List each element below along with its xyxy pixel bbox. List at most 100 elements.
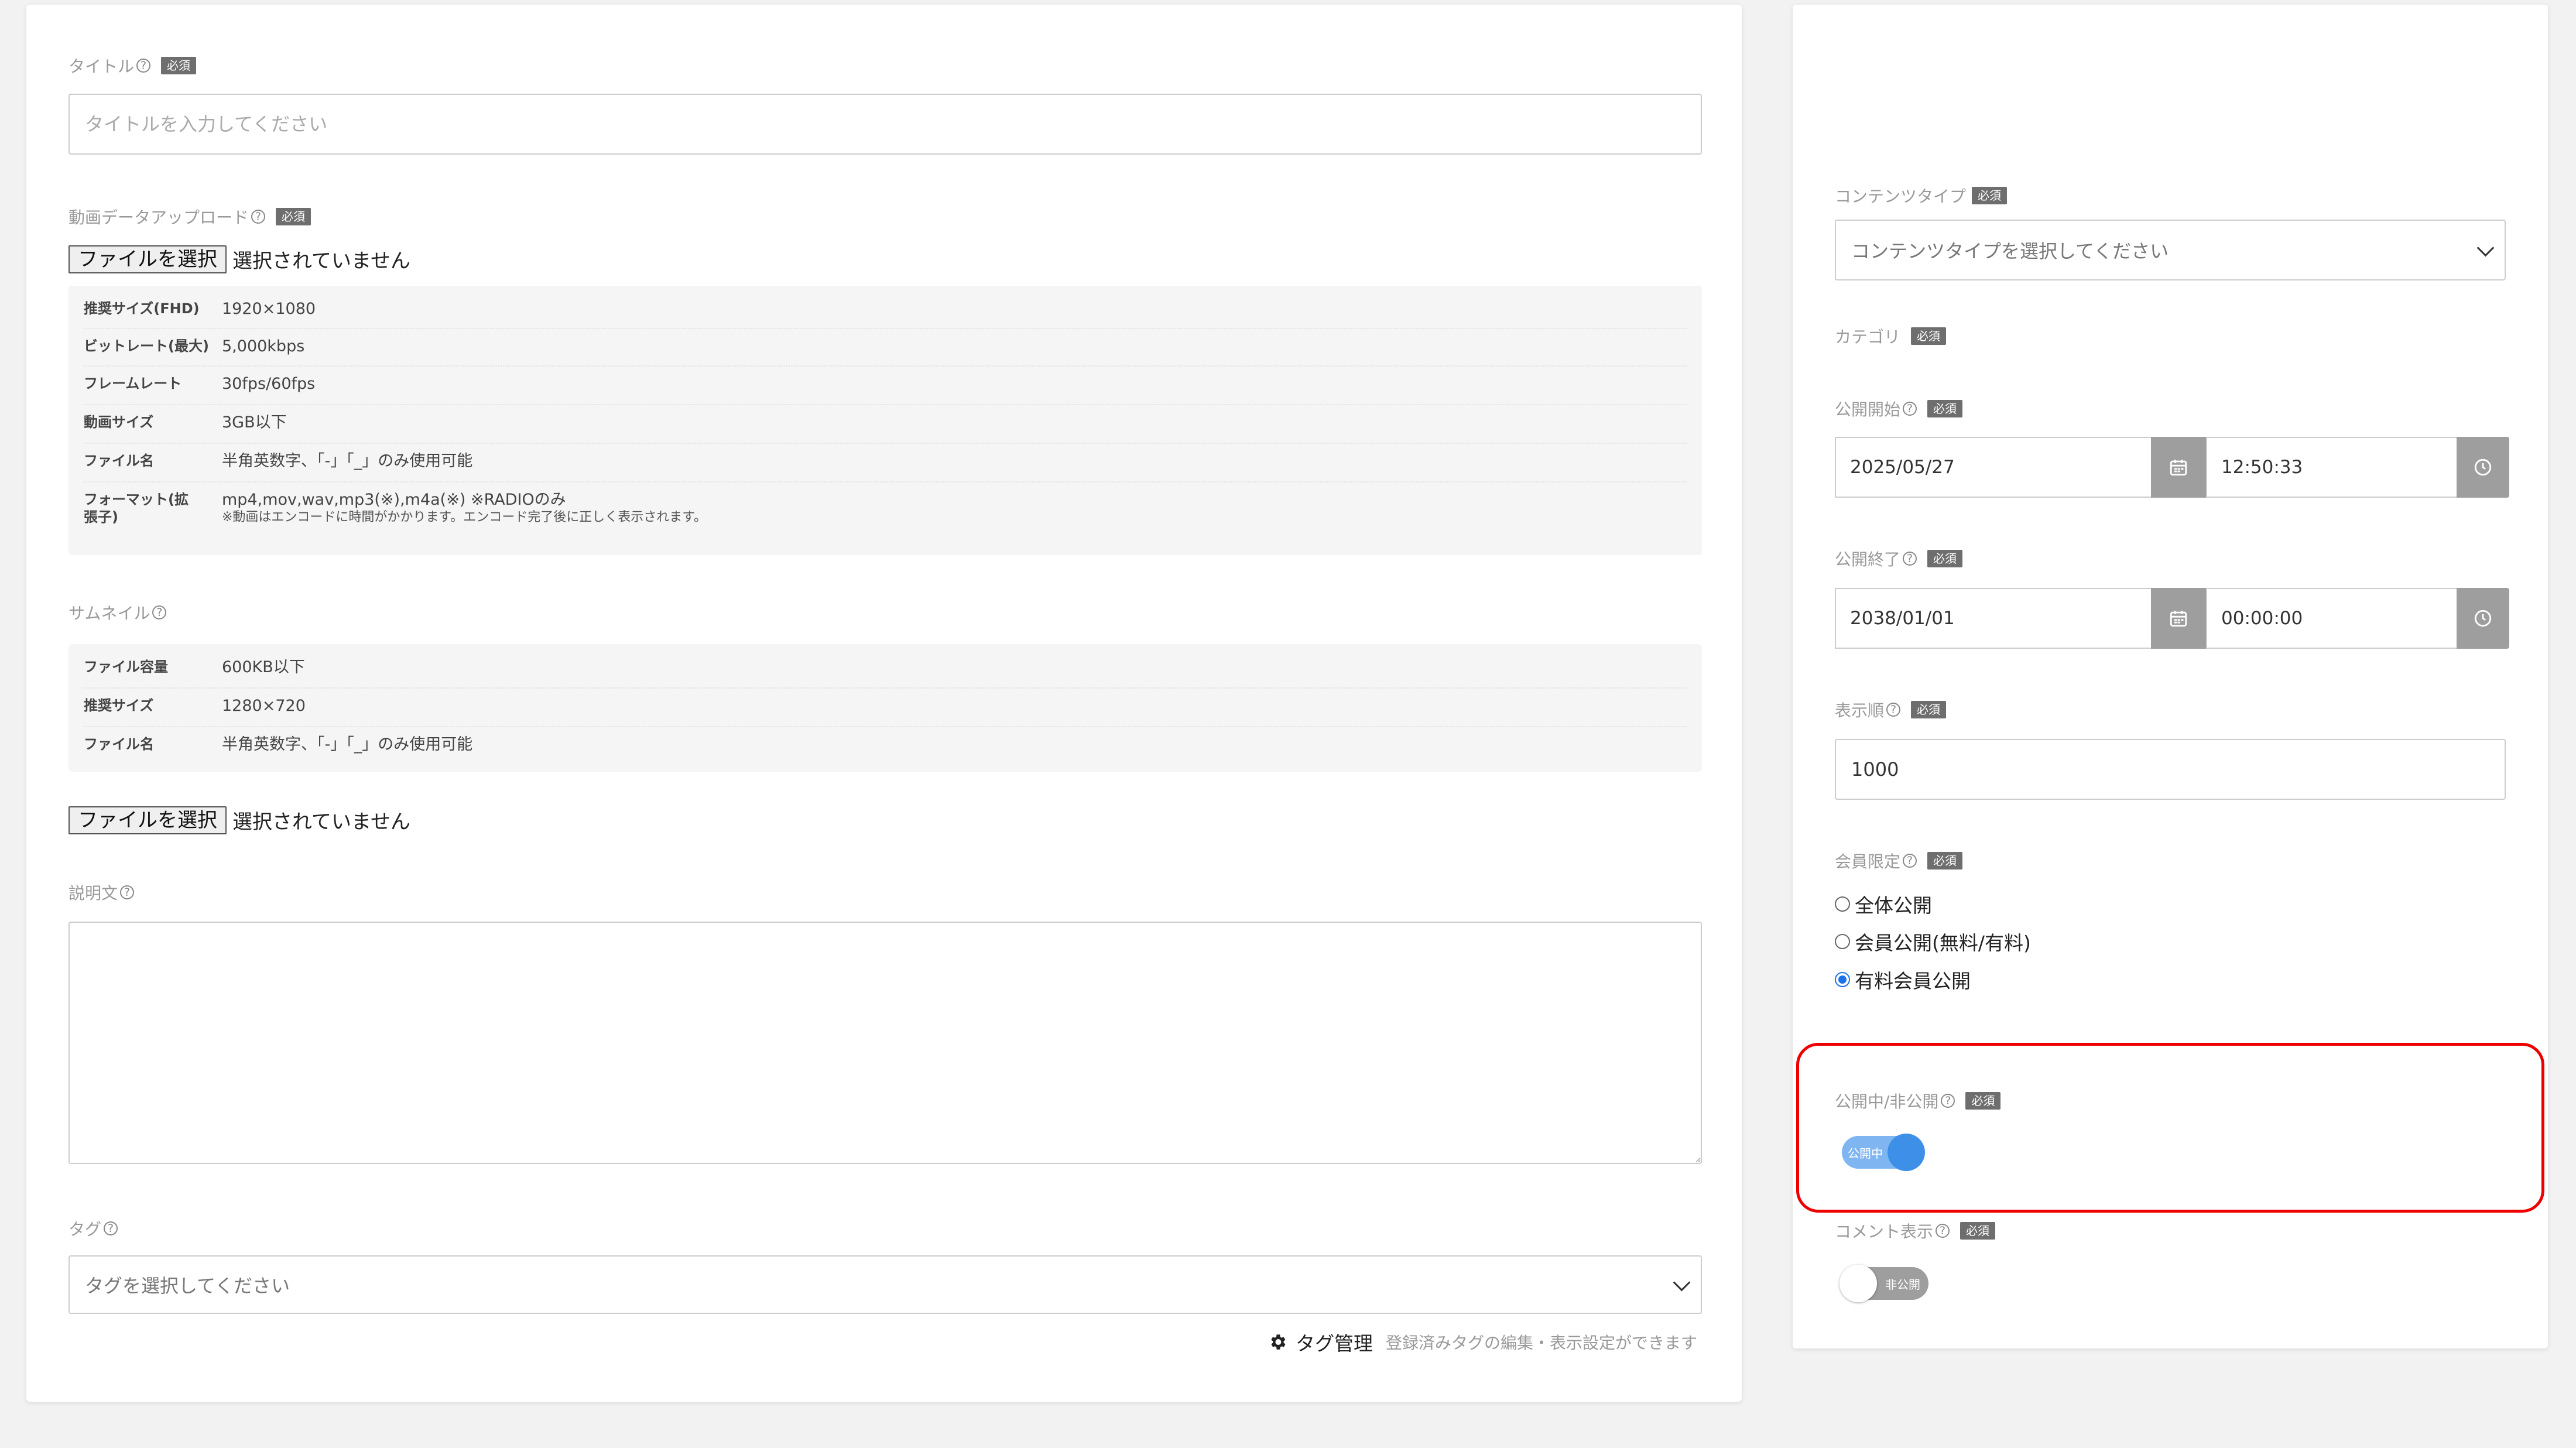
radio-button[interactable]: [1835, 934, 1850, 949]
help-icon[interactable]: ?: [120, 885, 135, 899]
required-badge: 必須: [1927, 550, 1963, 567]
comment-display-label: コメント表示: [1835, 1222, 1934, 1241]
help-icon[interactable]: ?: [1886, 703, 1901, 717]
calendar-icon[interactable]: [2151, 588, 2206, 649]
main-form-card: タイトル ? 必須 動画データアップロード ? 必須 ファイルを選択 選択されて…: [26, 5, 1742, 1402]
help-icon[interactable]: ?: [136, 59, 151, 73]
spec-value: mp4,mov,wav,mp3(※),m4a(※) ※RADIOのみ: [222, 491, 566, 509]
help-icon[interactable]: ?: [1903, 402, 1917, 416]
spec-key: ファイル名: [84, 453, 154, 469]
spec-row: フォーマット(拡張子) mp4,mov,wav,mp3(※),m4a(※) ※R…: [84, 482, 1687, 534]
required-badge: 必須: [1911, 701, 1947, 718]
visibility-toggle-label: 公開中: [1848, 1146, 1883, 1161]
content-type-select[interactable]: コンテンツタイプを選択してください: [1835, 220, 2506, 280]
spec-key: フォーマット(拡張子): [84, 491, 189, 525]
publish-start-date-input[interactable]: 2025/05/27: [1835, 437, 2151, 498]
spec-value: 1280×720: [222, 697, 306, 715]
spec-key: ファイル容量: [84, 659, 168, 675]
publish-end-label-row: 公開終了 ? 必須: [1835, 547, 1963, 570]
tags-label-row: タグ ?: [68, 1217, 118, 1240]
video-upload-label: 動画データアップロード: [68, 208, 249, 227]
membership-option-all[interactable]: 全体公開: [1835, 890, 1932, 918]
help-icon[interactable]: ?: [251, 210, 266, 224]
comment-display-toggle[interactable]: 非公開: [1839, 1265, 1928, 1302]
required-badge: 必須: [276, 208, 311, 225]
radio-button-selected[interactable]: [1835, 972, 1850, 987]
thumbnail-label: サムネイル: [68, 604, 150, 623]
required-badge: 必須: [161, 57, 197, 74]
spec-row: 推奨サイズ 1280×720: [84, 689, 1687, 727]
required-badge: 必須: [1965, 1092, 2001, 1110]
spec-key: ビットレート(最大): [84, 338, 209, 354]
content-type-label: コンテンツタイプ: [1835, 187, 1967, 206]
required-badge: 必須: [1927, 852, 1963, 870]
spec-row: ビットレート(最大) 5,000kbps: [84, 329, 1687, 367]
publish-end-date-input[interactable]: 2038/01/01: [1835, 588, 2151, 649]
radio-button[interactable]: [1835, 896, 1850, 912]
spec-row: ファイル名 半角英数字、「-」「_」のみ使用可能: [84, 727, 1687, 766]
thumbnail-file-status: 選択されていません: [232, 810, 410, 834]
description-label-row: 説明文 ?: [68, 881, 135, 904]
required-badge: 必須: [1911, 327, 1947, 345]
spec-value: 半角英数字、「-」「_」のみ使用可能: [222, 735, 473, 754]
spec-value: 3GB以下: [222, 413, 287, 432]
membership-option-members[interactable]: 会員公開(無料/有料): [1835, 927, 2031, 956]
spec-key: 推奨サイズ: [84, 697, 154, 714]
spec-key: 推奨サイズ(FHD): [84, 300, 200, 317]
required-badge: 必須: [1972, 187, 2008, 204]
spec-value-group: mp4,mov,wav,mp3(※),m4a(※) ※RADIOのみ ※動画はエ…: [222, 491, 707, 526]
video-upload-label-row: 動画データアップロード ? 必須: [68, 205, 311, 228]
radio-label: 全体公開: [1855, 894, 1932, 917]
spec-value: 30fps/60fps: [222, 375, 316, 393]
thumbnail-file-button[interactable]: ファイルを選択: [68, 806, 227, 834]
calendar-icon[interactable]: [2151, 437, 2206, 498]
clock-icon[interactable]: [2457, 437, 2509, 498]
help-icon[interactable]: ?: [1903, 552, 1917, 566]
spec-value: 600KB以下: [222, 658, 305, 676]
chevron-down-icon: [2476, 239, 2495, 256]
title-label-row: タイトル ? 必須: [68, 54, 197, 77]
title-label: タイトル: [68, 57, 135, 76]
publish-start-time-input[interactable]: 12:50:33: [2206, 437, 2457, 498]
help-icon[interactable]: ?: [152, 605, 167, 619]
spec-value: 5,000kbps: [222, 337, 305, 355]
help-icon[interactable]: ?: [1903, 854, 1917, 868]
membership-option-paid[interactable]: 有料会員公開: [1835, 966, 1971, 994]
spec-row: ファイル名 半角英数字、「-」「_」のみ使用可能: [84, 444, 1687, 482]
category-label-row: カテゴリ 必須: [1835, 324, 1947, 348]
publish-start-label: 公開開始: [1835, 400, 1901, 419]
visibility-label: 公開中/非公開: [1835, 1092, 1939, 1111]
spec-row: 推奨サイズ(FHD) 1920×1080: [84, 292, 1687, 329]
description-textarea[interactable]: [68, 922, 1702, 1164]
title-input[interactable]: [68, 94, 1702, 155]
publish-end-time-input[interactable]: 00:00:00: [2206, 588, 2457, 649]
content-type-placeholder: コンテンツタイプを選択してください: [1851, 240, 2169, 262]
thumbnail-file-picker: ファイルを選択 選択されていません: [68, 806, 410, 834]
spec-row: 動画サイズ 3GB以下: [84, 405, 1687, 444]
comment-display-label-row: コメント表示 ? 必須: [1835, 1219, 1996, 1242]
membership-label: 会員限定: [1835, 852, 1901, 871]
help-icon[interactable]: ?: [104, 1221, 118, 1235]
display-order-label-row: 表示順 ? 必須: [1835, 698, 1947, 721]
display-order-label: 表示順: [1835, 701, 1885, 720]
visibility-toggle[interactable]: 公開中: [1842, 1134, 1925, 1171]
video-file-button[interactable]: ファイルを選択: [68, 245, 227, 273]
display-order-input[interactable]: [1835, 739, 2506, 800]
category-label: カテゴリ: [1835, 327, 1901, 347]
gear-icon: [1268, 1332, 1287, 1352]
spec-key: フレームレート: [84, 375, 182, 392]
description-label: 説明文: [68, 884, 118, 903]
publish-start-label-row: 公開開始 ? 必須: [1835, 397, 1963, 420]
help-icon[interactable]: ?: [1941, 1094, 1955, 1108]
spec-value: 半角英数字、「-」「_」のみ使用可能: [222, 452, 473, 470]
thumbnail-label-row: サムネイル ?: [68, 601, 167, 624]
tag-manage-hint: 登録済みタグの編集・表示設定ができます: [1386, 1333, 1698, 1353]
tags-select-placeholder: タグを選択してください: [85, 1275, 290, 1297]
required-badge: 必須: [1927, 400, 1963, 417]
clock-icon[interactable]: [2457, 588, 2509, 649]
tag-manage-link[interactable]: タグ管理: [1296, 1328, 1373, 1356]
tags-select[interactable]: タグを選択してください: [68, 1255, 1702, 1314]
help-icon[interactable]: ?: [1936, 1224, 1950, 1238]
required-badge: 必須: [1960, 1222, 1996, 1240]
spec-row: ファイル容量 600KB以下: [84, 650, 1687, 689]
